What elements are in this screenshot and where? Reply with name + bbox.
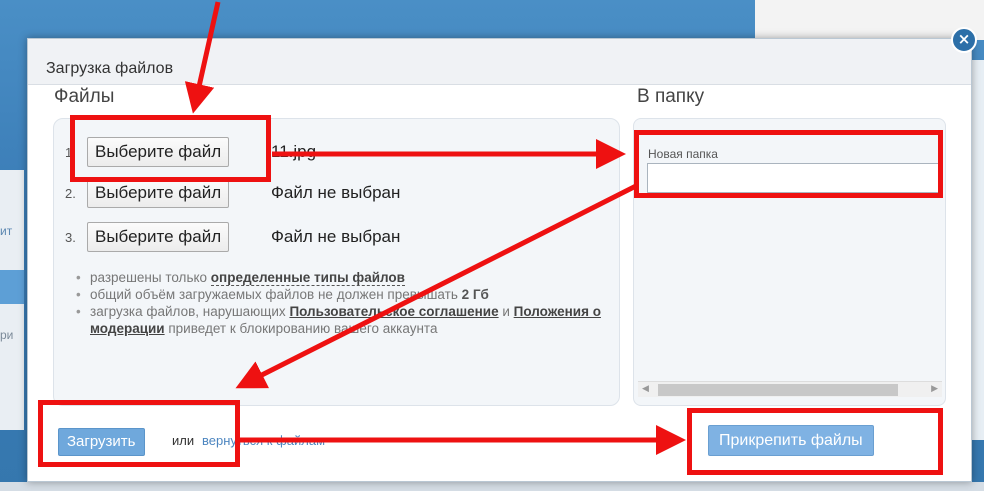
file-name: Файл не выбран <box>271 183 401 202</box>
rule-item: загрузка файлов, нарушающих Пользователь… <box>76 303 606 337</box>
horizontal-scrollbar[interactable]: ◀ ▶ <box>638 381 942 397</box>
or-text: или <box>172 433 195 448</box>
background-header-area <box>755 0 984 40</box>
file-name: 11.jpg <box>271 142 317 161</box>
files-section-label: Файлы <box>54 86 115 107</box>
dialog-title: Загрузка файлов <box>46 60 174 77</box>
file-row-number: 3. <box>65 229 76 245</box>
background-left-button <box>0 270 24 304</box>
scroll-left-icon[interactable]: ◀ <box>642 384 649 394</box>
choose-file-button[interactable]: Выберите файл <box>87 222 230 252</box>
choose-file-button[interactable]: Выберите файл <box>87 137 230 167</box>
background-left-link: ит <box>0 224 13 238</box>
folder-section-label: В папку <box>637 86 705 107</box>
dialog-header: Загрузка файлов <box>28 39 971 85</box>
upload-rules-list: разрешены только определенные типы файло… <box>76 269 606 337</box>
file-types-link[interactable]: определенные типы файлов <box>210 270 405 286</box>
user-agreement-link[interactable]: Пользовательское соглашение <box>289 304 498 319</box>
background-bottom-bar <box>0 482 984 491</box>
folder-panel: Новая папка ◀ ▶ <box>633 118 946 406</box>
back-to-files-link[interactable]: вернуться к файлам <box>202 433 325 448</box>
scroll-right-icon[interactable]: ▶ <box>931 384 938 394</box>
attach-files-button[interactable]: Прикрепить файлы <box>708 425 874 456</box>
upload-button[interactable]: Загрузить <box>58 428 145 456</box>
file-row-number: 1. <box>65 144 76 160</box>
new-folder-input[interactable] <box>647 163 941 193</box>
files-panel: 1. Выберите файл 11.jpg 2. Выберите файл… <box>53 118 620 406</box>
close-icon[interactable]: × <box>951 27 977 53</box>
file-row-number: 2. <box>65 185 76 201</box>
size-limit: 2 Гб <box>461 287 489 302</box>
background-left-text: ри <box>0 328 14 342</box>
rule-item: разрешены только определенные типы файло… <box>76 269 606 286</box>
rule-item: общий объём загружаемых файлов не должен… <box>76 286 606 303</box>
file-name: Файл не выбран <box>271 227 401 246</box>
scrollbar-thumb[interactable] <box>658 384 898 396</box>
choose-file-button[interactable]: Выберите файл <box>87 178 230 208</box>
new-folder-label: Новая папка <box>648 147 718 161</box>
